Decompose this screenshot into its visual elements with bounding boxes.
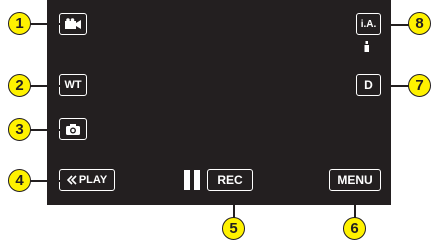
callout-6: 6 <box>343 217 366 240</box>
snapshot-button[interactable] <box>59 118 87 140</box>
leader-line-4 <box>29 180 60 182</box>
leader-line-3 <box>29 129 60 131</box>
scene-indicator-icon <box>364 41 369 52</box>
rec-label: REC <box>217 173 243 187</box>
wt-label: WT <box>64 79 82 91</box>
callout-5: 5 <box>222 217 245 240</box>
pause-icon <box>184 170 204 190</box>
recording-mode-button[interactable] <box>59 13 87 35</box>
rec-button[interactable]: REC <box>207 169 253 191</box>
d-button[interactable]: D <box>356 74 381 96</box>
movie-camera-icon <box>65 18 81 29</box>
leader-line-1 <box>29 23 60 25</box>
leader-line-2 <box>29 85 60 87</box>
wt-button[interactable]: WT <box>59 74 87 96</box>
menu-button[interactable]: MENU <box>329 169 381 191</box>
callout-7: 7 <box>408 74 431 97</box>
callout-8: 8 <box>408 12 431 35</box>
ia-label: i.A. <box>360 18 377 30</box>
callout-1: 1 <box>8 12 31 35</box>
double-chevron-left-icon <box>66 175 77 185</box>
camera-screen: WT PLAY REC MENU i.A. D <box>47 0 391 205</box>
play-button[interactable]: PLAY <box>59 169 115 191</box>
camera-icon <box>66 123 80 135</box>
intelligent-auto-button[interactable]: i.A. <box>356 13 381 35</box>
menu-label: MENU <box>337 173 373 187</box>
callout-4: 4 <box>8 169 31 192</box>
callout-2: 2 <box>8 74 31 97</box>
play-label: PLAY <box>78 174 108 186</box>
d-label: D <box>364 78 373 92</box>
callout-3: 3 <box>8 118 31 141</box>
